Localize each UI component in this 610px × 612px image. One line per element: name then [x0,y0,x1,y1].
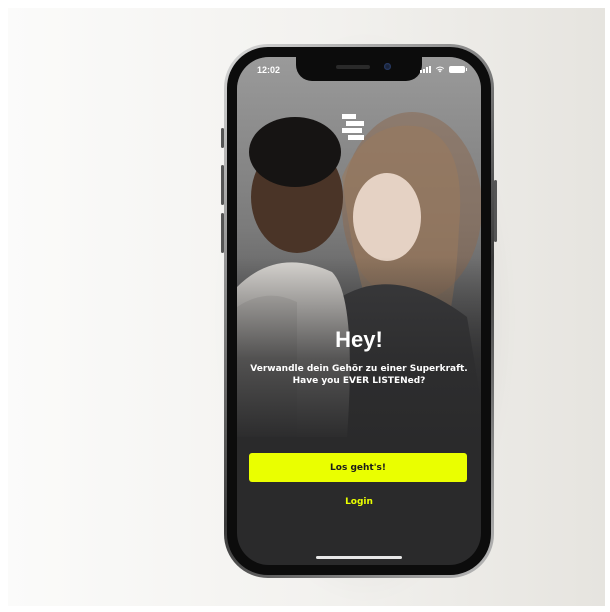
home-indicator[interactable] [316,556,402,559]
brand-logo-icon [342,114,364,140]
tagline: Verwandle dein Gehör zu einer Superkraft… [245,363,473,387]
phone-frame: 12:02 Hey! Verwandle dein Gehör zu einer… [224,44,494,578]
phone-screen: 12:02 Hey! Verwandle dein Gehör zu einer… [237,57,481,565]
get-started-button[interactable]: Los geht's! [249,453,467,482]
wifi-icon [435,66,445,73]
login-link[interactable]: Login [237,497,481,507]
tagline-line-2: Have you EVER LISTENed? [292,376,426,386]
status-icons [420,65,467,73]
status-bar: 12:02 [237,57,481,81]
power-button [494,180,497,242]
status-time: 12:02 [257,65,281,75]
headline: Hey! [335,327,383,352]
onboarding-content: Hey! Verwandle dein Gehör zu einer Super… [237,327,481,387]
phone-bezel: 12:02 Hey! Verwandle dein Gehör zu einer… [227,47,491,575]
battery-icon [449,65,467,73]
tagline-line-1: Verwandle dein Gehör zu einer Superkraft… [250,364,468,374]
signal-icon [420,65,431,73]
